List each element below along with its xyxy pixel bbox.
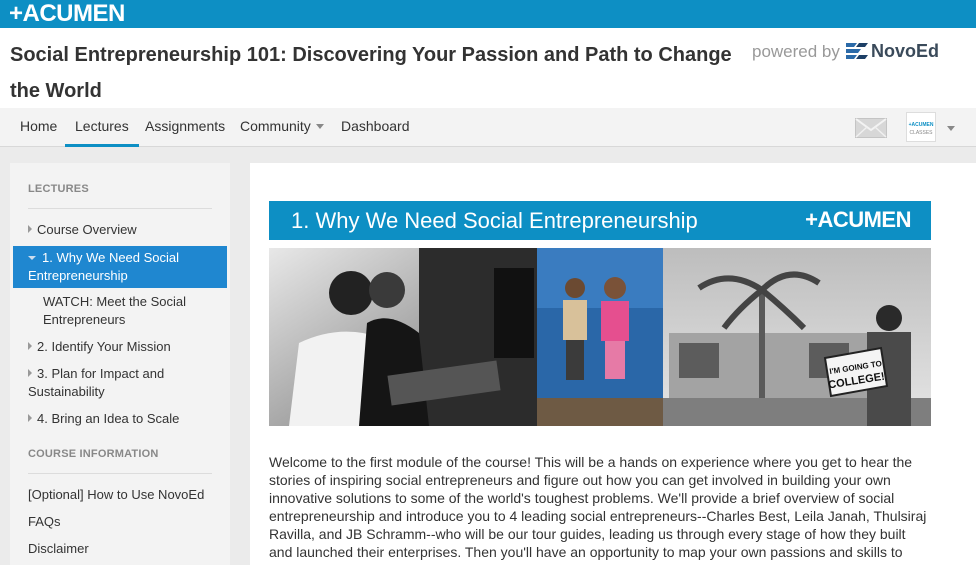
- avatar-menu-chevron-icon[interactable]: [947, 126, 955, 131]
- nav-assignments-label: Assignments: [145, 118, 226, 134]
- triangle-right-icon: [28, 225, 32, 233]
- nav-home-label: Home: [20, 118, 58, 134]
- lecture-content: 1. Why We Need Social Entrepreneurship +…: [250, 163, 976, 565]
- sidebar-item-label: 2. Identify Your Mission: [37, 339, 171, 354]
- lecture-photo-collage: I'M GOING TO COLLEGE!: [269, 248, 931, 426]
- sidebar-subitem-watch[interactable]: WATCH: Meet the Social Entrepreneurs: [43, 293, 213, 329]
- divider: [28, 208, 212, 209]
- novoed-wordmark: NovoEd: [871, 40, 940, 61]
- sidebar-item-course-overview[interactable]: Course Overview: [28, 221, 223, 239]
- lecture-title: 1. Why We Need Social Entrepreneurship: [291, 208, 698, 233]
- nav-community-label: Community: [240, 118, 311, 134]
- nav-lectures[interactable]: Lectures: [65, 108, 139, 147]
- triangle-down-icon: [28, 256, 36, 260]
- divider: [28, 473, 212, 474]
- novoed-mark-icon: [846, 43, 868, 59]
- sidebar-item-lecture-1[interactable]: 1. Why We Need Social Entrepreneurship: [13, 246, 227, 288]
- sidebar-item-lecture-4[interactable]: 4. Bring an Idea to Scale: [28, 410, 223, 428]
- sidebar-item-label: 4. Bring an Idea to Scale: [37, 411, 180, 426]
- sidebar-link-disclaimer[interactable]: Disclaimer: [28, 540, 223, 558]
- brand-bar: +ACUMEN: [0, 0, 976, 28]
- course-information-heading: COURSE INFORMATION: [28, 448, 159, 460]
- nav-community[interactable]: Community: [240, 108, 324, 147]
- sidebar-item-label: Course Overview: [37, 222, 137, 237]
- triangle-right-icon: [28, 414, 32, 422]
- sidebar-item-lecture-2[interactable]: 2. Identify Your Mission: [28, 338, 223, 356]
- nav-lectures-label: Lectures: [75, 118, 129, 134]
- sidebar: LECTURES Course Overview 1. Why We Need …: [10, 163, 230, 565]
- lecture-banner: 1. Why We Need Social Entrepreneurship +…: [269, 201, 931, 240]
- sidebar-item-label: 1. Why We Need Social Entrepreneurship: [28, 250, 180, 283]
- banner-acumen-logo: +ACUMEN: [805, 207, 911, 232]
- sidebar-item-lecture-3[interactable]: 3. Plan for Impact and Sustainability: [28, 365, 223, 401]
- triangle-right-icon: [28, 342, 32, 350]
- main-nav: Home Lectures Assignments Community Dash…: [0, 108, 976, 147]
- nav-assignments[interactable]: Assignments: [145, 108, 225, 147]
- nav-dashboard-label: Dashboard: [341, 118, 410, 134]
- course-header: Social Entrepreneurship 101: Discovering…: [0, 28, 976, 108]
- acumen-logo[interactable]: +ACUMEN: [9, 1, 125, 27]
- avatar[interactable]: +ACUMEN CLASSES: [906, 112, 936, 142]
- sidebar-link-how-to-use[interactable]: [Optional] How to Use NovoEd: [28, 486, 223, 504]
- envelope-icon[interactable]: [855, 118, 887, 138]
- lectures-heading: LECTURES: [28, 183, 89, 195]
- sidebar-link-faqs[interactable]: FAQs: [28, 513, 223, 531]
- nav-home[interactable]: Home: [20, 108, 57, 147]
- powered-by-label: powered by: [752, 42, 840, 61]
- lecture-intro-text: Welcome to the first module of the cours…: [269, 454, 927, 560]
- sidebar-item-label: 3. Plan for Impact and Sustainability: [28, 366, 165, 399]
- triangle-right-icon: [28, 369, 32, 377]
- chevron-down-icon: [315, 124, 324, 129]
- nav-dashboard[interactable]: Dashboard: [341, 108, 410, 147]
- course-title: Social Entrepreneurship 101: Discovering…: [10, 44, 732, 102]
- novoed-logo[interactable]: NovoEd: [845, 39, 939, 63]
